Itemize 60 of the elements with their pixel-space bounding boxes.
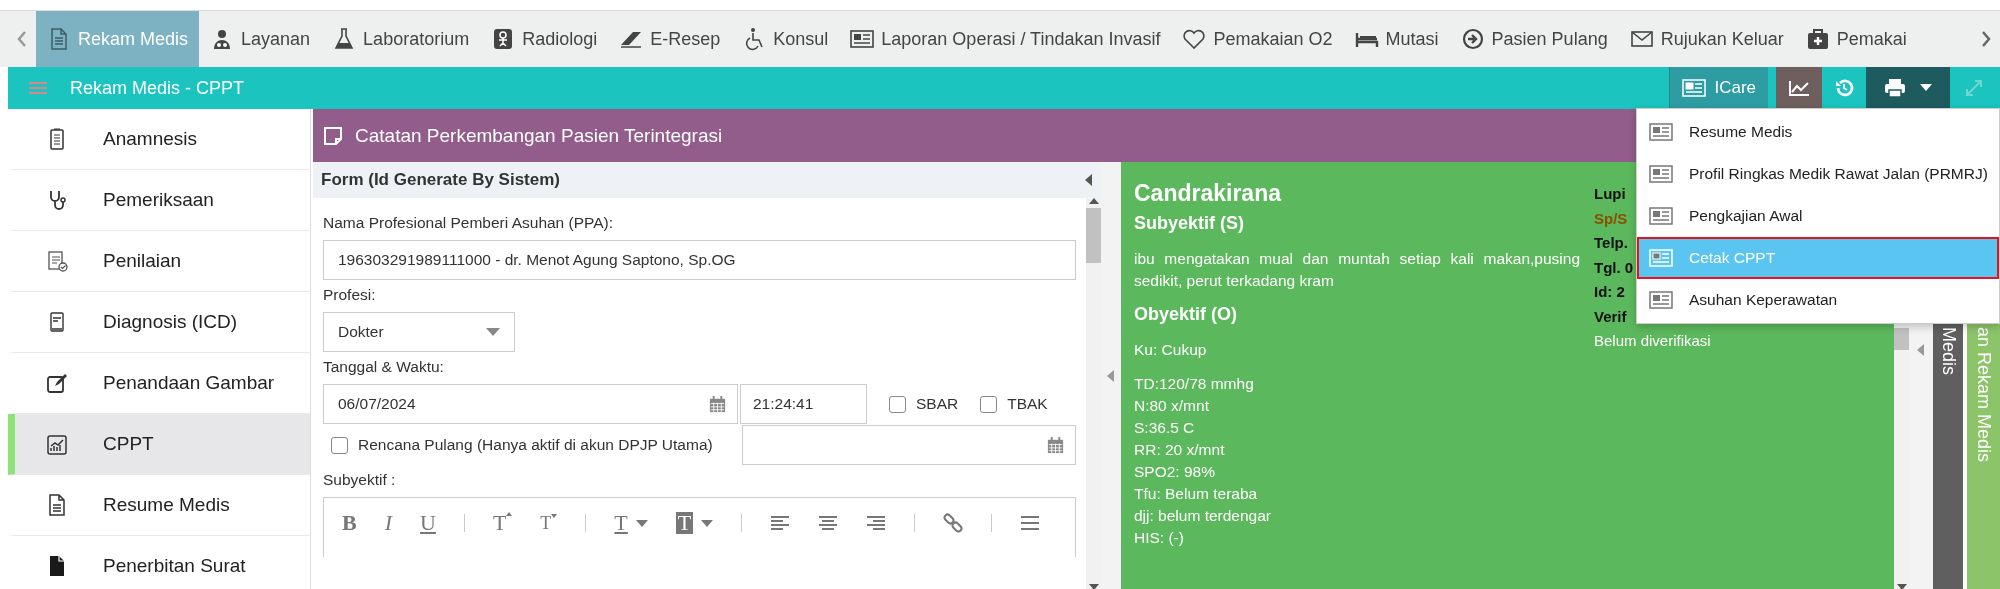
nav-tab[interactable]: Rujukan Keluar <box>1618 11 1795 67</box>
field-label: Subyektif : <box>323 471 396 489</box>
note-text: HIS: (-) <box>1134 528 1185 548</box>
nav-tab[interactable]: Layanan <box>199 11 322 67</box>
bold-button[interactable]: B <box>342 512 357 534</box>
form-title: Form (Id Generate By Sistem) <box>321 170 560 190</box>
nav-tab[interactable]: Radiologi <box>480 11 609 67</box>
profesi-select[interactable]: Dokter <box>323 312 515 352</box>
sidebar-item[interactable]: Diagnosis (ICD) <box>8 292 310 353</box>
sidebar-item[interactable]: Penilaian <box>8 231 310 292</box>
nav-tab[interactable]: Laboratorium <box>321 11 481 67</box>
field-label: Profesi: <box>323 286 376 304</box>
text-editor[interactable]: B I U T T T T <box>323 497 1076 557</box>
patient-name: Candrakirana <box>1134 180 1283 207</box>
info-text: Belum diverifikasi <box>1594 331 1711 351</box>
info-text: Sp/S <box>1594 208 1628 229</box>
field-label: Nama Profesional Pemberi Asuhan (PPA): <box>323 214 614 232</box>
note-text: S:36.5 C <box>1134 418 1196 438</box>
panel-title: Catatan Perkembangan Pasien Terintegrasi <box>355 124 723 147</box>
highlight-button[interactable]: T <box>675 512 714 534</box>
nav-tab[interactable]: Laporan Operasi / Tindakan Invasif <box>839 11 1172 67</box>
italic-button[interactable]: I <box>384 512 392 534</box>
section-heading: Subyektif (S) <box>1134 213 1245 234</box>
ppa-field[interactable]: 196303291989111000 - dr. Menot Agung Saptono, Sp.OG <box>323 240 1076 280</box>
time-field[interactable]: 21:24:41 <box>740 384 867 424</box>
section-heading: Obyektif (O) <box>1134 304 1238 325</box>
info-text: Lupi <box>1594 184 1626 204</box>
sidebar-item[interactable]: CPPT <box>8 414 310 475</box>
sidebar-item[interactable]: Resume Medis <box>8 475 310 536</box>
note-text: ibu mengatakan mual dan muntah setiap kali makan,pusing sedikit, perut terkadang kram <box>1134 249 1580 291</box>
nav-tab[interactable]: Konsul <box>731 11 840 67</box>
note-text: Tfu: Belum teraba <box>1134 484 1259 504</box>
nav-tab[interactable]: Pemakaian O2 <box>1171 11 1344 67</box>
sidebar-item[interactable]: Pemeriksaan <box>8 170 310 231</box>
sidebar-item[interactable]: Penerbitan Surat <box>8 536 310 589</box>
text-color-button[interactable]: T <box>614 512 648 534</box>
module-title: Rekam Medis - CPPT <box>70 77 245 99</box>
nav-tab[interactable]: Pemakai <box>1794 11 1918 67</box>
note-text: SPO2: 98% <box>1134 462 1216 482</box>
checkbox[interactable]: Rencana Pulang (Hanya aktif di akun DPJP Utama) <box>331 436 713 454</box>
note-text: djj: belum terdengar <box>1134 506 1272 526</box>
checkbox[interactable]: TBAK <box>980 395 1048 413</box>
nav-tab[interactable]: Pasien Pulang <box>1449 11 1619 67</box>
info-text: Verif <box>1594 306 1627 327</box>
field-label: Tanggal & Waktu: <box>323 358 444 376</box>
info-text: Tgl. 0 <box>1594 257 1634 278</box>
note-text: TD:120/78 mmhg <box>1134 374 1255 394</box>
sidebar-item[interactable]: Anamnesis <box>8 109 310 170</box>
nav-tab[interactable]: Mutasi <box>1343 11 1450 67</box>
note-text: N:80 x/mnt <box>1134 396 1210 416</box>
info-text: Id: 2 <box>1594 282 1625 302</box>
checkbox[interactable]: SBAR <box>889 395 959 413</box>
note-text: RR: 20 x/mnt <box>1134 440 1226 460</box>
info-text: Telp. <box>1594 233 1628 253</box>
nav-tab[interactable]: E-Resep <box>608 11 732 67</box>
underline-button[interactable]: U <box>420 512 436 534</box>
font-size-down-button[interactable]: T <box>540 514 558 532</box>
date-field[interactable]: 06/07/2024 <box>323 384 738 424</box>
font-size-up-button[interactable]: T <box>492 512 513 534</box>
note-text: Ku: Cukup <box>1134 340 1208 360</box>
